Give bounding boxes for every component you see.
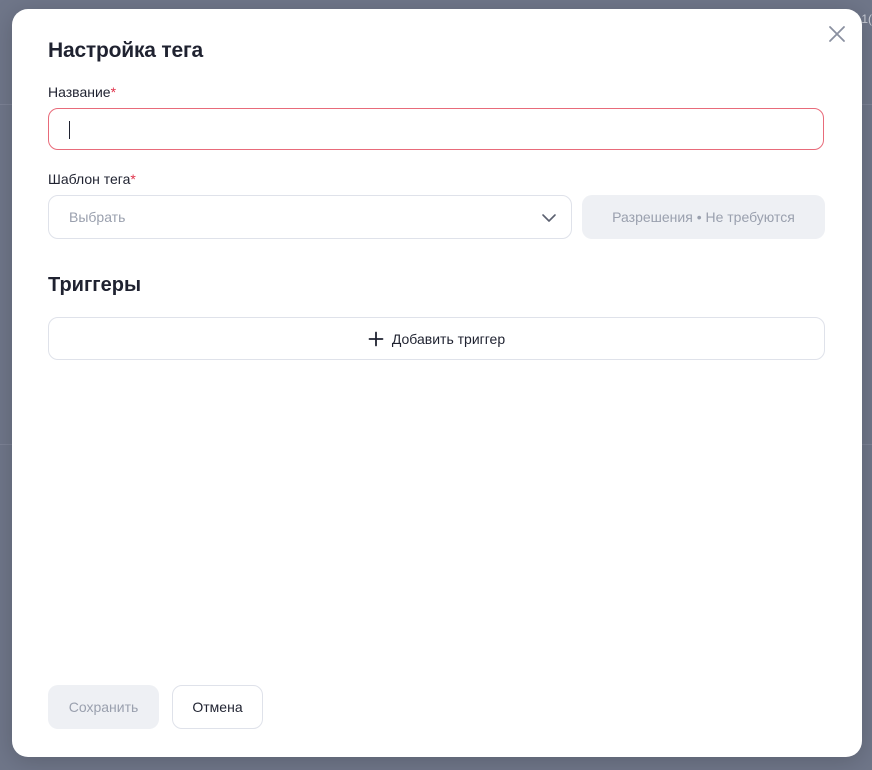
name-input[interactable] [48,108,824,150]
name-label-text: Название [48,84,111,100]
triggers-section-title: Триггеры [48,274,142,296]
dialog-title: Настройка тега [48,39,203,62]
permissions-button[interactable]: Разрешения • Не требуются [582,195,825,239]
name-field-label: Название* [48,84,116,100]
plus-icon [368,331,384,346]
close-button[interactable] [826,23,848,45]
template-select[interactable]: Выбрать [48,195,572,239]
text-caret [69,121,70,139]
required-mark: * [130,171,136,187]
backdrop-edge-text: 1( [861,12,872,26]
tag-settings-dialog: Настройка тега Название* Шаблон тега* Вы… [12,9,862,757]
add-trigger-label: Добавить триггер [391,330,506,347]
required-mark: * [110,84,117,100]
cancel-button[interactable]: Отмена [172,685,263,729]
template-label-text: Шаблон тега [48,171,131,187]
save-button[interactable]: Сохранить [48,685,159,729]
close-icon [829,26,845,42]
template-select-value: Выбрать [69,209,126,225]
chevron-down-icon [542,214,556,222]
template-field-label: Шаблон тега* [48,171,136,187]
add-trigger-button[interactable]: Добавить триггер [48,317,825,360]
